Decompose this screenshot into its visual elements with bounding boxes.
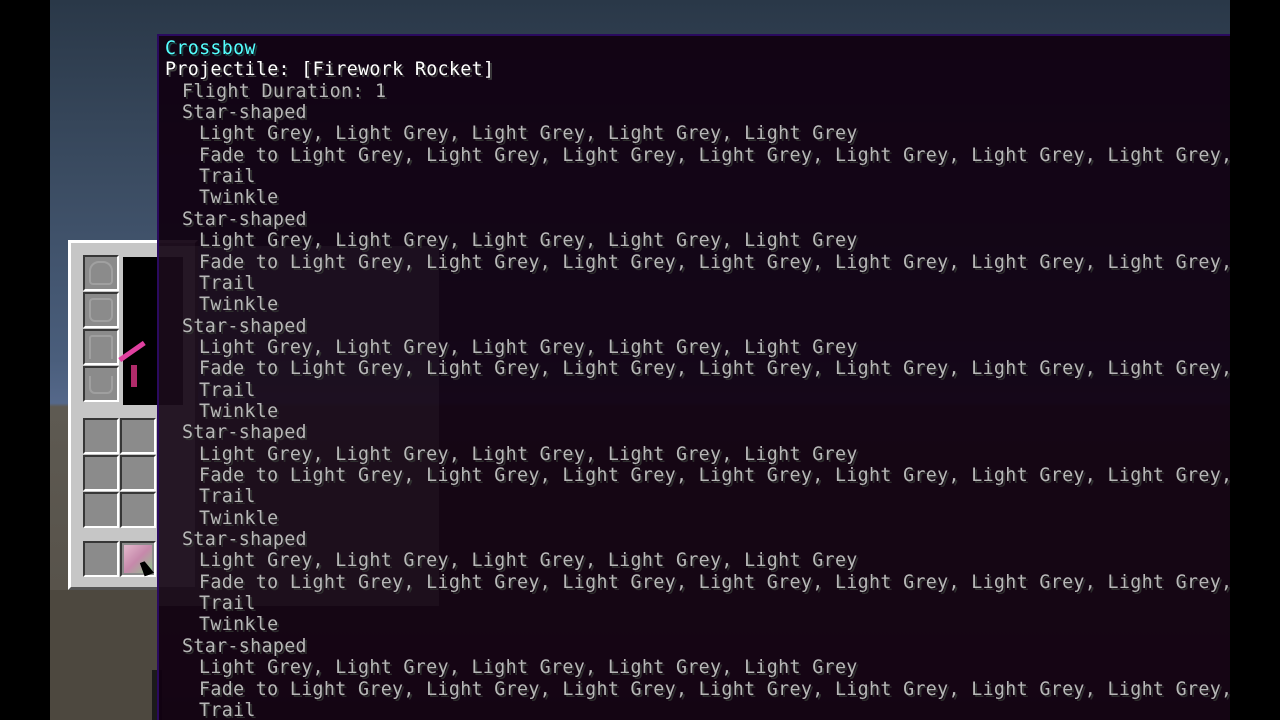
player-arm (131, 365, 137, 387)
item-tooltip: Crossbow Projectile: [Firework Rocket] Fli… (157, 34, 1230, 720)
explosion-fade: Fade to Light Grey, Light Grey, Light Gr… (199, 358, 1230, 380)
explosion-twinkle: Twinkle (199, 294, 279, 316)
explosion-shape: Star-shaped (182, 422, 307, 444)
explosion-shape: Star-shaped (182, 529, 307, 551)
explosion-fade: Fade to Light Grey, Light Grey, Light Gr… (199, 144, 1230, 166)
explosion-twinkle: Twinkle (199, 614, 279, 636)
armor-slot-helmet[interactable] (83, 255, 119, 291)
tooltip-title: Crossbow (165, 38, 256, 59)
explosion-shape: Star-shaped (182, 635, 307, 657)
inventory-slot[interactable] (83, 418, 119, 454)
explosion-trail: Trail (199, 699, 256, 720)
explosion-twinkle: Twinkle (199, 507, 279, 529)
explosion-fade: Fade to Light Grey, Light Grey, Light Gr… (199, 251, 1230, 273)
hotbar-slot-selected[interactable] (120, 541, 156, 577)
hotbar-slot[interactable] (83, 541, 119, 577)
explosion-colors: Light Grey, Light Grey, Light Grey, Ligh… (199, 336, 858, 358)
inventory-slot[interactable] (120, 455, 156, 491)
explosion-colors: Light Grey, Light Grey, Light Grey, Ligh… (199, 123, 858, 145)
explosion-fade: Fade to Light Grey, Light Grey, Light Gr… (199, 465, 1230, 486)
tooltip-flight-duration: Flight Duration: 1 (182, 80, 387, 102)
explosion-twinkle: Twinkle (199, 400, 279, 422)
explosion-trail: Trail (199, 593, 256, 615)
explosion-shape: Star-shaped (182, 102, 307, 124)
explosion-trail: Trail (199, 272, 256, 294)
inventory-slot[interactable] (120, 418, 156, 454)
explosion-fade: Fade to Light Grey, Light Grey, Light Gr… (199, 678, 1230, 700)
explosion-trail: Trail (199, 486, 256, 508)
inventory-slot[interactable] (83, 492, 119, 528)
helmet-icon (89, 261, 113, 285)
armor-slot-boots[interactable] (83, 366, 119, 402)
armor-slot-leggings[interactable] (83, 329, 119, 365)
ground-block (50, 590, 160, 720)
inventory-slot[interactable] (83, 455, 119, 491)
tooltip-projectile: Projectile: [Firework Rocket] (165, 59, 495, 81)
explosion-shape: Star-shaped (182, 315, 307, 337)
explosion-trail: Trail (199, 166, 256, 188)
letterbox-left (0, 0, 50, 720)
armor-slot-chestplate[interactable] (83, 292, 119, 328)
boots-icon (89, 376, 113, 394)
explosion-shape: Star-shaped (182, 208, 307, 230)
chestplate-icon (89, 298, 113, 322)
explosion-fade: Fade to Light Grey, Light Grey, Light Gr… (199, 571, 1230, 593)
game-screen: Crossbow Projectile: [Firework Rocket] Fli… (0, 0, 1280, 720)
inventory-slot[interactable] (120, 492, 156, 528)
explosion-colors: Light Grey, Light Grey, Light Grey, Ligh… (199, 657, 858, 679)
letterbox-right (1230, 0, 1280, 720)
explosion-colors: Light Grey, Light Grey, Light Grey, Ligh… (199, 230, 858, 252)
explosion-colors: Light Grey, Light Grey, Light Grey, Ligh… (199, 550, 858, 572)
explosion-twinkle: Twinkle (199, 187, 279, 209)
explosion-trail: Trail (199, 379, 256, 401)
explosion-colors: Light Grey, Light Grey, Light Grey, Ligh… (199, 443, 858, 465)
leggings-icon (89, 335, 113, 359)
crossbow-icon (118, 340, 146, 363)
